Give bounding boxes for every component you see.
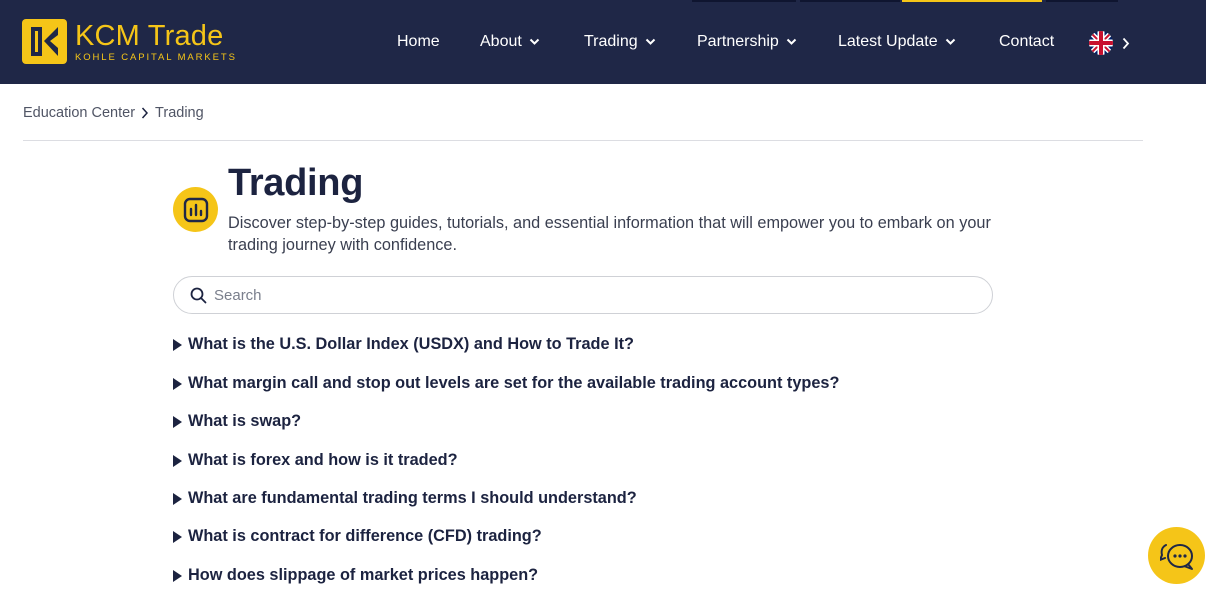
nav-partnership[interactable]: Partnership (697, 0, 797, 84)
faq-item[interactable]: What is swap? (173, 412, 993, 431)
chevron-right-icon[interactable] (1122, 37, 1130, 50)
caret-right-icon (173, 569, 182, 582)
brand-subtitle: KOHLE CAPITAL MARKETS (75, 51, 237, 63)
caret-right-icon (173, 492, 182, 505)
page-title: Trading (228, 162, 364, 204)
chevron-down-icon (645, 38, 655, 45)
nav-label: Contact (999, 33, 1055, 50)
caret-right-icon (173, 530, 182, 543)
uk-flag-icon[interactable] (1089, 31, 1113, 55)
caret-right-icon (173, 454, 182, 467)
faq-item[interactable]: What is the U.S. Dollar Index (USDX) and… (173, 335, 993, 354)
faq-item[interactable]: What is forex and how is it traded? (173, 451, 993, 470)
faq-item[interactable]: How does slippage of market prices happe… (173, 566, 993, 585)
faq-question: What is contract for difference (CFD) tr… (188, 527, 542, 545)
nav-latest-update[interactable]: Latest Update (838, 0, 956, 84)
chevron-right-icon (141, 107, 149, 119)
faq-question: What is the U.S. Dollar Index (USDX) and… (188, 335, 634, 353)
nav-label: Partnership (697, 33, 779, 50)
nav-trading[interactable]: Trading (584, 0, 656, 84)
nav-about[interactable]: About (480, 0, 540, 84)
site-header: KCM Trade KOHLE CAPITAL MARKETS Home Abo… (0, 0, 1206, 84)
nav-label: Latest Update (838, 33, 938, 50)
bar-chart-icon (183, 197, 208, 222)
nav-contact[interactable]: Contact (999, 0, 1054, 84)
breadcrumb-current: Trading (155, 105, 204, 121)
category-icon-badge (173, 187, 218, 232)
caret-right-icon (173, 338, 182, 351)
chevron-down-icon (786, 38, 797, 45)
nav-label: About (480, 33, 522, 50)
search-box[interactable] (173, 276, 993, 314)
faq-item[interactable]: What are fundamental trading terms I sho… (173, 489, 993, 508)
chevron-down-icon (945, 38, 955, 45)
chevron-down-icon (529, 38, 540, 45)
nav-label: Home (397, 33, 440, 50)
kcm-logo-icon (22, 19, 67, 64)
nav-home[interactable]: Home (397, 0, 440, 84)
faq-question: How does slippage of market prices happe… (188, 566, 539, 584)
breadcrumb: Education Center Trading (23, 105, 204, 121)
faq-item[interactable]: What margin call and stop out levels are… (173, 374, 993, 393)
faq-item[interactable]: What is contract for difference (CFD) tr… (173, 527, 993, 546)
chat-button[interactable] (1148, 527, 1205, 584)
brand-name: KCM Trade (75, 19, 224, 52)
search-icon (190, 287, 207, 303)
breadcrumb-education-center[interactable]: Education Center (23, 105, 135, 121)
nav-label: Trading (584, 33, 638, 50)
top-strip (1046, 0, 1118, 2)
faq-question: What is swap? (188, 412, 302, 430)
page-description: Discover step-by-step guides, tutorials,… (228, 214, 991, 254)
faq-question: What are fundamental trading terms I sho… (188, 489, 637, 507)
faq-question: What margin call and stop out levels are… (188, 374, 840, 392)
faq-question: What is forex and how is it traded? (188, 451, 458, 469)
caret-right-icon (173, 415, 182, 428)
search-input[interactable] (214, 286, 974, 304)
divider (23, 140, 1143, 141)
caret-right-icon (173, 377, 182, 390)
chat-bubbles-icon (1159, 543, 1193, 570)
brand-logo[interactable]: KCM Trade KOHLE CAPITAL MARKETS (22, 19, 237, 64)
